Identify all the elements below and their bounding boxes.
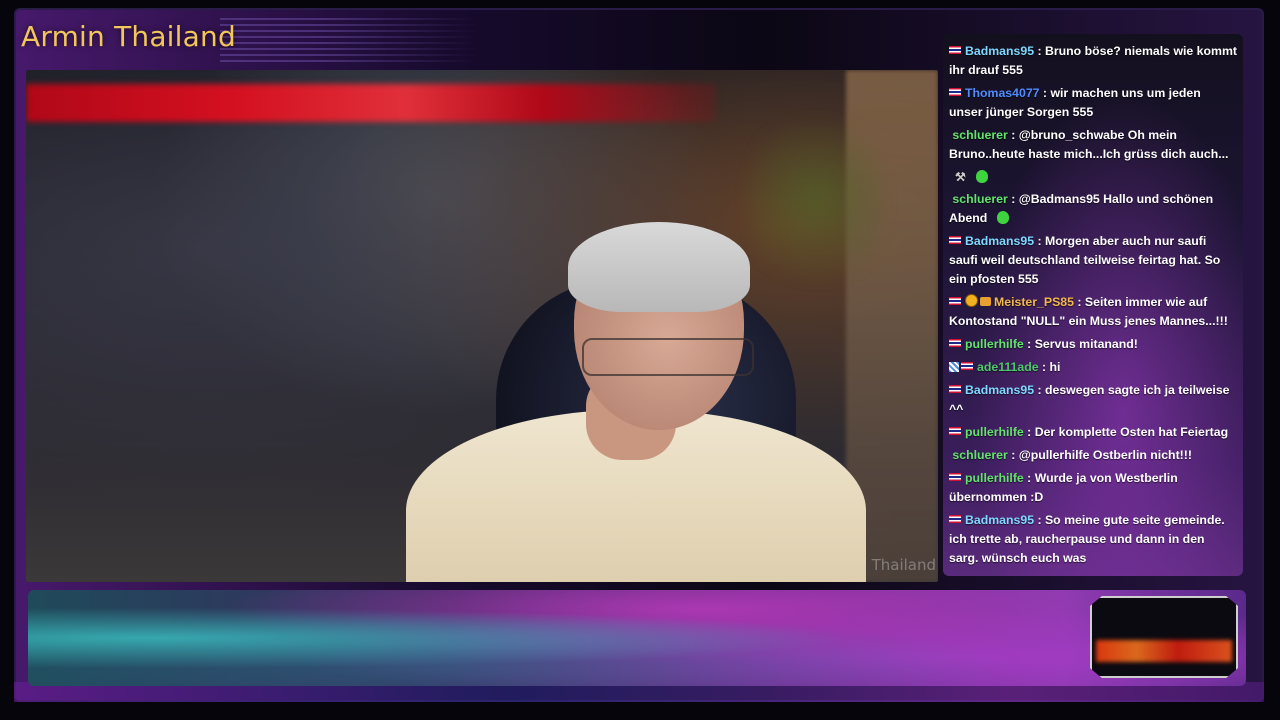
- chat-message: schluerer : Ostberlin hatte nie Reformat…: [949, 572, 1237, 576]
- sub-badge-icon: [965, 294, 978, 307]
- bottom-banner: [28, 590, 1246, 686]
- stream-title: Armin Thailand: [21, 20, 236, 53]
- bits-badge-icon: [980, 297, 991, 306]
- chat-username[interactable]: schluerer: [952, 448, 1007, 462]
- preview-thumbnail: [1090, 596, 1238, 678]
- chat-separator: :: [1007, 192, 1019, 206]
- chat-separator: :: [1007, 128, 1019, 142]
- chat-username[interactable]: schluerer: [952, 574, 1007, 576]
- thumbnail-glow: [1096, 640, 1232, 662]
- chat-text: @pullerhilfe Ostberlin nicht!!!: [1018, 448, 1192, 462]
- chat-message: ade111ade : hi: [949, 358, 1237, 377]
- chat-username[interactable]: Badmans95: [965, 513, 1034, 527]
- chat-separator: :: [1008, 574, 1019, 576]
- chat-username[interactable]: pullerhilfe: [965, 337, 1024, 351]
- chat-username[interactable]: pullerhilfe: [965, 425, 1024, 439]
- background-plant: [746, 100, 886, 300]
- chat-username[interactable]: Badmans95: [965, 383, 1034, 397]
- chat-separator: :: [1034, 44, 1045, 58]
- chat-username[interactable]: Meister_PS85: [994, 295, 1074, 309]
- green-blob-emote-icon: [997, 211, 1010, 224]
- chat-separator: :: [1034, 234, 1045, 248]
- chat-message: pullerhilfe : Der komplette Osten hat Fe…: [949, 423, 1237, 442]
- chat-message: Meister_PS85 : Seiten immer wie auf Kont…: [949, 293, 1237, 331]
- chat-separator: :: [1023, 471, 1035, 485]
- chat-text: Ostberlin hatte nie Reformationstag: [1019, 574, 1228, 576]
- chat-text: hi: [1049, 360, 1061, 374]
- chat-message: Thomas4077 : wir machen uns um jeden uns…: [949, 84, 1237, 122]
- chat-message: schluerer : @Badmans95 Hallo und schönen…: [949, 190, 1237, 228]
- thailand-flag-icon: [949, 339, 961, 347]
- chat-message: pullerhilfe : Servus mitanand!: [949, 335, 1237, 354]
- chat-text: Der komplette Osten hat Feiertag: [1034, 425, 1229, 439]
- chat-separator: :: [1023, 425, 1035, 439]
- streamer-glasses: [582, 338, 754, 376]
- chat-username[interactable]: Badmans95: [965, 44, 1034, 58]
- chat-panel: Badmans95 : Bruno böse? niemals wie komm…: [943, 34, 1243, 576]
- chat-message: Badmans95 : Morgen aber auch nur saufi s…: [949, 232, 1237, 289]
- thailand-flag-icon: [949, 88, 961, 96]
- thailand-flag-icon: [949, 236, 961, 244]
- thailand-flag-icon: [949, 427, 961, 435]
- chat-message: Badmans95 : Bruno böse? niemals wie komm…: [949, 42, 1237, 80]
- chat-message: Badmans95 : deswegen sagte ich ja teilwe…: [949, 381, 1237, 419]
- chat-separator: :: [1039, 86, 1051, 100]
- chat-message: schluerer : @bruno_schwabe Oh mein Bruno…: [949, 126, 1237, 164]
- chat-separator: :: [1073, 295, 1085, 309]
- chat-separator: :: [1007, 448, 1019, 462]
- chat-separator: :: [1034, 513, 1045, 527]
- thailand-flag-icon: [949, 297, 961, 305]
- chat-message: schluerer : @pullerhilfe Ostberlin nicht…: [949, 446, 1237, 465]
- bavaria-flag-icon: [949, 362, 959, 372]
- title-stripes-decoration: [220, 18, 480, 64]
- streamer-hair: [568, 222, 750, 312]
- chat-username[interactable]: pullerhilfe: [965, 471, 1024, 485]
- tools-emote-icon: ⚒: [955, 170, 966, 184]
- green-blob-emote-icon: [975, 170, 988, 183]
- thailand-flag-icon: [961, 362, 973, 370]
- webcam-video: Thailand: [26, 70, 938, 582]
- chat-separator: :: [1023, 337, 1035, 351]
- chat-message: pullerhilfe : Wurde ja von Westberlin üb…: [949, 469, 1237, 507]
- chat-separator: :: [1034, 383, 1045, 397]
- chat-username[interactable]: ade111ade: [977, 360, 1039, 374]
- chat-username[interactable]: schluerer: [952, 192, 1007, 206]
- thailand-flag-icon: [949, 46, 961, 54]
- thailand-flag-icon: [949, 515, 961, 523]
- thailand-flag-icon: [949, 473, 961, 481]
- chat-text: Servus mitanand!: [1034, 337, 1138, 351]
- chat-message-list: Badmans95 : Bruno böse? niemals wie komm…: [943, 34, 1243, 576]
- chat-message: Badmans95 : So meine gute seite gemeinde…: [949, 511, 1237, 568]
- thailand-flag-icon: [949, 385, 961, 393]
- background-red-sign: [26, 84, 716, 122]
- chat-separator: :: [1038, 360, 1050, 374]
- video-watermark: Thailand: [871, 556, 936, 574]
- chat-emote-row: ⚒: [949, 168, 1237, 186]
- chat-username[interactable]: Thomas4077: [965, 86, 1040, 100]
- chat-username[interactable]: schluerer: [952, 128, 1007, 142]
- chat-username[interactable]: Badmans95: [965, 234, 1034, 248]
